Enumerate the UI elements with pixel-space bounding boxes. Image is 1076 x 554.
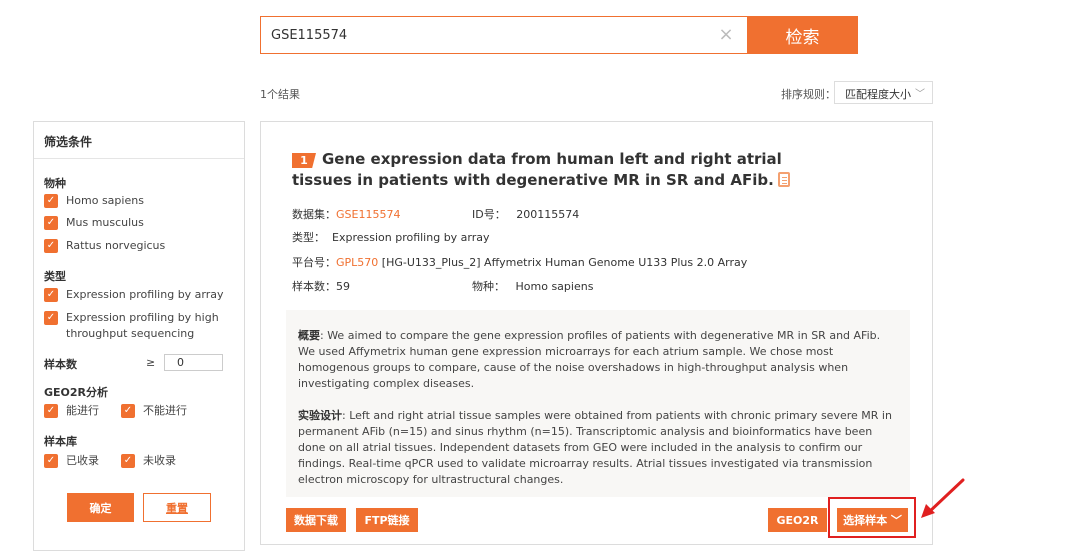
dataset-field: 数据集：GSE115574 bbox=[292, 206, 400, 222]
copy-icon[interactable] bbox=[777, 172, 790, 187]
check-icon: ✓ bbox=[44, 288, 58, 302]
arrow-icon bbox=[921, 478, 965, 518]
samples-value: 59 bbox=[336, 280, 350, 293]
filter-panel-title: 筛选条件 bbox=[34, 122, 244, 159]
filter-group-geo2r-title: GEO2R分析 bbox=[44, 386, 109, 399]
check-icon: ✓ bbox=[44, 239, 58, 253]
platform-link[interactable]: GPL570 bbox=[336, 256, 378, 269]
filter-option-label: 已收录 bbox=[66, 454, 99, 467]
filter-type-array[interactable]: ✓ Expression profiling by array bbox=[44, 287, 224, 303]
filter-species-rattus-norvegicus[interactable]: ✓ Rattus norvegicus bbox=[44, 238, 165, 254]
search-input[interactable] bbox=[261, 17, 701, 53]
confirm-button[interactable]: 确定 bbox=[67, 493, 134, 522]
filter-option-label: 不能进行 bbox=[143, 404, 187, 417]
id-value: 200115574 bbox=[516, 208, 580, 221]
samples-label: 样本数： bbox=[292, 280, 336, 293]
filter-library-not-included[interactable]: ✓ 未收录 bbox=[121, 453, 176, 469]
filter-library-included[interactable]: ✓ 已收录 bbox=[44, 453, 99, 469]
species-label: 物种： bbox=[472, 280, 505, 293]
type-field: 类型： Expression profiling by array bbox=[292, 229, 490, 245]
abstract-box: 概要: We aimed to compare the gene express… bbox=[286, 310, 910, 497]
check-icon: ✓ bbox=[121, 454, 135, 468]
platform-label: 平台号： bbox=[292, 256, 336, 269]
filter-species-homo-sapiens[interactable]: ✓ Homo sapiens bbox=[44, 193, 144, 209]
data-download-button[interactable]: 数据下载 bbox=[286, 508, 346, 532]
result-count: 1个结果 bbox=[260, 88, 300, 101]
filter-geo2r-yes[interactable]: ✓ 能进行 bbox=[44, 403, 99, 419]
sort-selected-value: 匹配程度大小 bbox=[845, 88, 911, 101]
ftp-link-button[interactable]: FTP链接 bbox=[356, 508, 418, 532]
check-icon: ✓ bbox=[44, 454, 58, 468]
check-icon: ✓ bbox=[44, 311, 58, 325]
result-title-text[interactable]: Gene expression data from human left and… bbox=[292, 150, 782, 189]
id-field: ID号： 200115574 bbox=[472, 206, 579, 222]
filter-group-sample-count-title: 样本数 bbox=[44, 358, 77, 371]
filter-option-label: Homo sapiens bbox=[66, 194, 144, 207]
summary-label: 概要 bbox=[298, 329, 320, 342]
close-icon[interactable]: × bbox=[714, 23, 738, 47]
reset-button[interactable]: 重置 bbox=[143, 493, 211, 522]
id-label: ID号： bbox=[472, 208, 506, 221]
check-icon: ✓ bbox=[44, 404, 58, 418]
filter-option-label: Mus musculus bbox=[66, 216, 144, 229]
dataset-link[interactable]: GSE115574 bbox=[336, 208, 400, 221]
design-text: : Left and right atrial tissue samples w… bbox=[298, 409, 892, 486]
filter-panel: 筛选条件 物种 ✓ Homo sapiens ✓ Mus musculus ✓ … bbox=[33, 121, 245, 551]
filter-type-sequencing[interactable]: ✓ Expression profiling by high throughpu… bbox=[44, 310, 224, 342]
platform-field: 平台号：GPL570 [HG-U133_Plus_2] Affymetrix H… bbox=[292, 254, 747, 270]
search-button[interactable]: 检索 bbox=[747, 16, 858, 54]
filter-group-type-title: 类型 bbox=[44, 270, 66, 283]
dataset-label: 数据集： bbox=[292, 208, 336, 221]
geo2r-button[interactable]: GEO2R bbox=[768, 508, 827, 532]
sort-select[interactable]: 匹配程度大小 ﹀ bbox=[834, 81, 933, 104]
annotation-highlight-box bbox=[828, 497, 916, 538]
filter-option-label: 未收录 bbox=[143, 454, 176, 467]
filter-option-label: Rattus norvegicus bbox=[66, 239, 166, 252]
species-value: Homo sapiens bbox=[515, 280, 594, 293]
check-icon: ✓ bbox=[44, 216, 58, 230]
chevron-down-icon: ﹀ bbox=[915, 89, 925, 100]
sample-count-input[interactable] bbox=[164, 354, 223, 371]
species-field: 物种： Homo sapiens bbox=[472, 278, 593, 294]
filter-group-species-title: 物种 bbox=[44, 177, 66, 190]
design-paragraph: 实验设计: Left and right atrial tissue sampl… bbox=[298, 408, 898, 488]
filter-option-label: Expression profiling by array bbox=[66, 288, 224, 301]
result-card: 1 Gene expression data from human left a… bbox=[260, 121, 933, 545]
search-bar: × bbox=[260, 16, 747, 54]
samples-field: 样本数：59 bbox=[292, 278, 350, 294]
filter-option-label: 能进行 bbox=[66, 404, 99, 417]
check-icon: ✓ bbox=[44, 194, 58, 208]
summary-text: : We aimed to compare the gene expressio… bbox=[298, 329, 881, 390]
sort-label: 排序规则： bbox=[781, 88, 836, 101]
filter-group-library-title: 样本库 bbox=[44, 435, 77, 448]
filter-geo2r-no[interactable]: ✓ 不能进行 bbox=[121, 403, 187, 419]
summary-paragraph: 概要: We aimed to compare the gene express… bbox=[298, 328, 898, 392]
filter-species-mus-musculus[interactable]: ✓ Mus musculus bbox=[44, 215, 144, 231]
type-label: 类型： bbox=[292, 231, 325, 244]
filter-option-label: Expression profiling by high throughput … bbox=[66, 311, 219, 340]
type-value: Expression profiling by array bbox=[332, 231, 490, 244]
sample-count-operator: ≥ bbox=[146, 356, 156, 369]
design-label: 实验设计 bbox=[298, 409, 342, 422]
result-title: Gene expression data from human left and… bbox=[292, 149, 832, 191]
platform-value: [HG-U133_Plus_2] Affymetrix Human Genome… bbox=[378, 256, 748, 269]
check-icon: ✓ bbox=[121, 404, 135, 418]
